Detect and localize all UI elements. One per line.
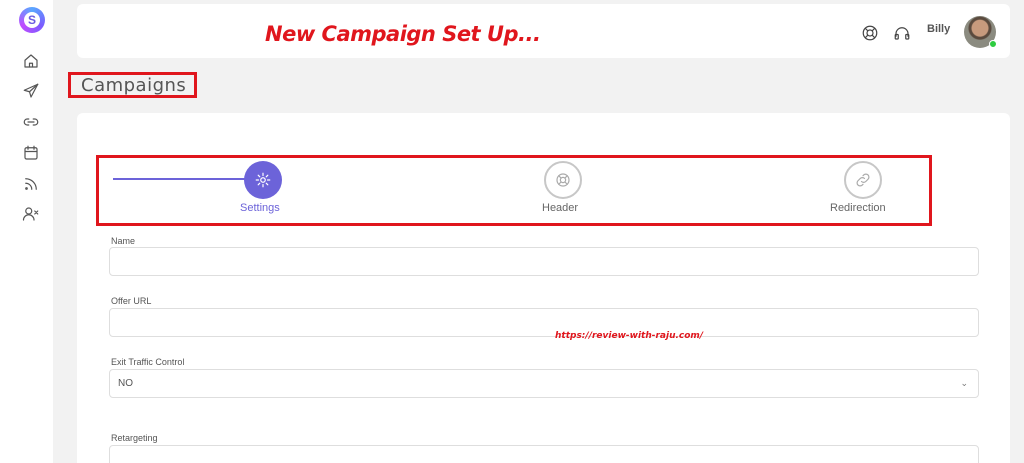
home-icon[interactable] [22,52,40,70]
banner-title: New Campaign Set Up... [265,22,541,46]
step-settings[interactable] [244,161,282,199]
lifebuoy-icon[interactable] [861,24,879,42]
headphones-icon[interactable] [893,24,911,42]
username[interactable]: Billy [927,23,950,35]
send-icon[interactable] [22,82,40,100]
app-logo[interactable]: S [19,7,45,33]
name-input[interactable] [109,247,979,276]
top-bar: New Campaign Set Up... Billy [77,4,1010,58]
stepper-highlight [96,155,932,226]
chevron-down-icon: ⌄ [960,378,968,388]
logo-glyph: S [24,12,40,28]
watermark-url: https://review-with-raju.com/ [555,331,704,341]
sidebar: S [0,0,53,463]
calendar-icon[interactable] [22,144,40,162]
stepper-progress-line [113,178,247,180]
offer-url-input[interactable] [109,308,979,337]
rss-icon[interactable] [22,175,40,193]
offer-url-label: Offer URL [111,296,152,306]
lifebuoy-icon [556,173,570,187]
step-header[interactable] [544,161,582,199]
step-label-settings[interactable]: Settings [240,202,280,214]
page-title: Campaigns [81,75,187,96]
exit-traffic-label: Exit Traffic Control [111,357,185,367]
user-x-icon[interactable] [22,205,40,223]
page-title-highlight: Campaigns [68,72,197,98]
step-redirection[interactable] [844,161,882,199]
retargeting-label: Retargeting [111,433,158,443]
step-label-header[interactable]: Header [542,202,578,214]
link-icon [856,173,870,187]
online-status-dot [989,40,997,48]
exit-traffic-value: NO [118,378,133,389]
name-label: Name [111,236,136,246]
gear-icon [255,172,271,188]
retargeting-input[interactable] [109,445,979,463]
exit-traffic-select[interactable]: NO ⌄ [109,369,979,398]
step-label-redirection[interactable]: Redirection [830,202,886,214]
link-icon[interactable] [22,113,40,131]
